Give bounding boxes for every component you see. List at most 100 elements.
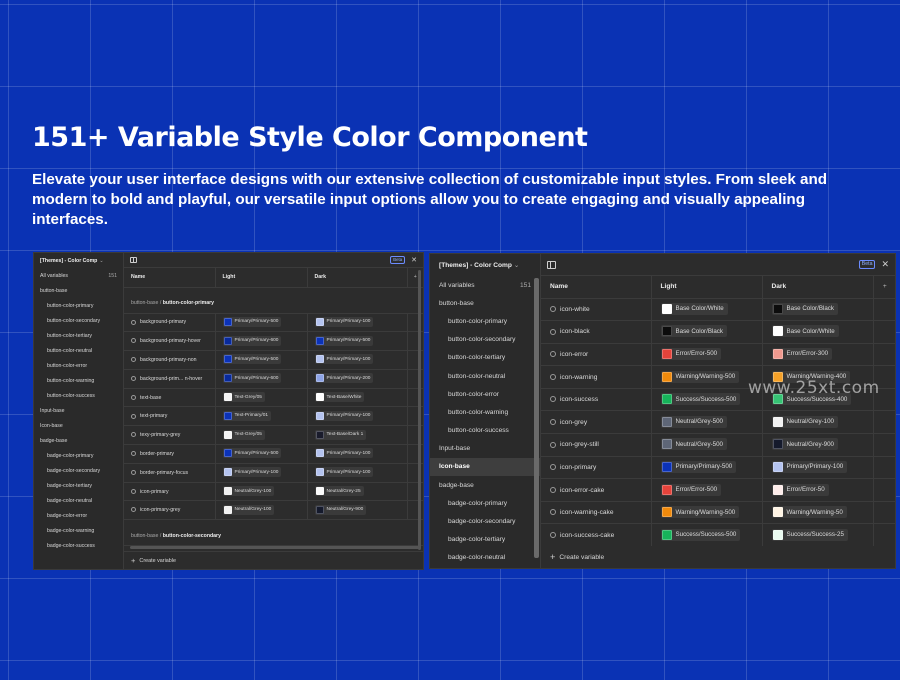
value-cell-light[interactable]: Warning/Warning-500 [651,365,763,389]
sidebar-item-input-base[interactable]: Input-base [430,440,540,458]
value-cell-dark[interactable]: Primary/Primary-500 [307,331,408,352]
sidebar-item-icon-base[interactable]: Icon-base [430,457,540,477]
sidebar-item-badge-color-neutral[interactable]: badge-color-neutral [430,549,540,567]
sidebar-item-button-color-tertiary[interactable]: button-color-tertiary [34,328,123,343]
variable-row[interactable]: icon-primary-grey Neutral/Grey-100 Neutral… [124,500,423,521]
value-cell-light[interactable]: Warning/Warning-500 [651,501,763,525]
column-header-light[interactable]: Light [215,268,308,288]
variable-name-cell[interactable]: icon-grey [541,410,652,435]
value-cell-dark[interactable]: Base Color/Black [762,298,874,322]
variable-name-cell[interactable]: texy-primary-grey [124,425,216,446]
value-cell-light[interactable]: Primary/Primary-500 [215,313,308,333]
column-header-name[interactable]: Name [124,268,216,288]
variable-name-cell[interactable]: text-primary [124,406,216,427]
value-cell-dark[interactable]: Warning/Warning-50 [762,501,874,525]
variable-row[interactable]: icon-black Base Color/Black Base Color/Whi… [541,320,895,344]
variable-row[interactable]: background-primary-hover Primary/Primary-… [124,331,423,352]
value-cell-light[interactable]: Base Color/Black [651,320,763,344]
variable-row[interactable]: icon-primary Neutral/Grey-100 Neutral/Grey… [124,482,423,502]
variable-name-cell[interactable]: border-primary-focus [124,463,216,483]
column-header-name[interactable]: Name [541,276,652,299]
sidebar-item-button-color-error[interactable]: button-color-error [430,385,540,403]
value-cell-dark[interactable]: Primary/Primary-100 [307,463,408,483]
value-cell-dark[interactable]: Primary/Primary-100 [307,313,408,333]
value-cell-light[interactable]: Base Color/White [651,298,763,322]
sidebar-item-button-color-error[interactable]: button-color-error [34,358,123,373]
sidebar-item-badge-color-tertiary[interactable]: badge-color-tertiary [430,531,540,549]
sidebar-item-button-color-secondary[interactable]: button-color-secondary [34,313,123,328]
collection-selector[interactable]: [Themes] - Color Comp ⌄ [34,253,123,268]
sidebar-item-badge-color-primary[interactable]: badge-color-primary [430,494,540,512]
value-cell-dark[interactable]: Neutral/Grey-900 [762,433,874,457]
variable-name-cell[interactable]: icon-error-cake [541,478,652,502]
sidebar-item-badge-color-tertiary[interactable]: badge-color-tertiary [34,478,123,493]
variable-name-cell[interactable]: icon-error [541,343,652,367]
variable-row[interactable]: icon-error-cake Error/Error-500 Error/Erro… [541,478,895,502]
sidebar-item-button-color-neutral[interactable]: button-color-neutral [34,343,123,358]
sidebar-item-all-variables[interactable]: All variables 151 [34,268,123,283]
sidebar-item-button-base[interactable]: button-base [430,294,540,312]
value-cell-light[interactable]: Text-Primary/01 [215,406,308,427]
sidebar-item-button-color-success[interactable]: button-color-success [34,388,123,403]
value-cell-dark[interactable]: Text-Base/Dark 1 [307,425,408,446]
variable-name-cell[interactable]: icon-warning-cake [541,501,652,525]
variable-row[interactable]: text-primary Text-Primary/01 Primary/Prima… [124,406,423,427]
variable-row[interactable]: icon-success-cake Success/Success-500 Succ… [541,523,895,548]
value-cell-light[interactable]: Success/Success-500 [651,388,763,412]
variable-row[interactable]: background-primary-non Primary/Primary-50… [124,350,423,370]
value-cell-light[interactable]: Success/Success-500 [651,523,763,548]
value-cell-dark[interactable]: Success/Success-25 [762,523,874,548]
variable-row[interactable]: background-prim... n-hover Primary/Primar… [124,369,423,389]
value-cell-light[interactable]: Primary/Primary-100 [215,463,308,483]
value-cell-light[interactable]: Neutral/Grey-500 [651,433,763,457]
sidebar-item-badge-base[interactable]: badge-base [430,476,540,494]
value-cell-light[interactable]: Error/Error-500 [651,478,763,502]
variable-row[interactable]: icon-grey-still Neutral/Grey-500 Neutral/G… [541,433,895,457]
sidebar-item-button-color-tertiary[interactable]: button-color-tertiary [430,349,540,367]
value-cell-light[interactable]: Primary/Primary-500 [215,444,308,464]
sidebar-item-badge-color-warning[interactable]: badge-color-warning [34,523,123,538]
value-cell-dark[interactable]: Primary/Primary-100 [307,444,408,464]
horizontal-scrollbar[interactable] [130,546,420,549]
variable-row[interactable]: icon-primary Primary/Primary-500 Primary/P… [541,456,895,480]
variable-name-cell[interactable]: background-primary-hover [124,331,216,352]
value-cell-dark[interactable]: Primary/Primary-100 [307,350,408,370]
variable-row[interactable]: background-primary Primary/Primary-500 Pri… [124,313,423,333]
value-cell-light[interactable]: Neutral/Grey-100 [215,500,308,521]
value-cell-light[interactable]: Text-Grey/05 [215,425,308,446]
close-icon[interactable]: ✕ [881,259,889,270]
sidebar-item-button-color-neutral[interactable]: button-color-neutral [430,367,540,385]
collection-selector[interactable]: [Themes] - Color Comp ⌄ [430,254,540,276]
value-cell-dark[interactable]: Base Color/White [762,320,874,344]
value-cell-dark[interactable]: Neutral/Grey-25 [307,482,408,502]
variable-row[interactable]: texy-primary-grey Text-Grey/05 Text-Base/D… [124,425,423,446]
toggle-sidebar-icon[interactable] [130,257,137,263]
value-cell-light[interactable]: Primary/Primary-600 [215,331,308,352]
sidebar-item-button-color-warning[interactable]: button-color-warning [34,373,123,388]
column-header-light[interactable]: Light [651,276,763,299]
variable-name-cell[interactable]: text-base [124,388,216,408]
value-cell-dark[interactable]: Primary/Primary-100 [307,406,408,427]
value-cell-light[interactable]: Primary/Primary-500 [215,350,308,370]
variable-name-cell[interactable]: icon-success [541,388,652,412]
variable-row[interactable]: icon-grey Neutral/Grey-500 Neutral/Grey-10… [541,410,895,435]
sidebar-item-badge-color-error[interactable]: badge-color-error [34,508,123,523]
value-cell-dark[interactable]: Primary/Primary-100 [762,456,874,480]
sidebar-item-badge-color-secondary[interactable]: badge-color-secondary [34,463,123,478]
sidebar-item-button-color-primary[interactable]: button-color-primary [430,312,540,330]
sidebar-scrollbar[interactable] [534,278,539,558]
sidebar-item-icon-base[interactable]: Icon-base [34,418,123,433]
sidebar-item-input-base[interactable]: Input-base [34,403,123,418]
sidebar-item-button-base[interactable]: button-base [34,283,123,298]
value-cell-light[interactable]: Primary/Primary-600 [215,369,308,389]
variable-row[interactable]: text-base Text-Grey/05 Text-Base/White [124,388,423,408]
variable-name-cell[interactable]: background-primary [124,313,216,333]
sidebar-item-button-color-warning[interactable]: button-color-warning [430,403,540,421]
variable-name-cell[interactable]: background-prim... n-hover [124,369,216,389]
value-cell-dark[interactable]: Primary/Primary-200 [307,369,408,389]
variable-row[interactable]: icon-error Error/Error-500 Error/Error-300 [541,343,895,367]
value-cell-dark[interactable]: Error/Error-50 [762,478,874,502]
variable-row[interactable]: icon-warning-cake Warning/Warning-500 Warn… [541,501,895,525]
variable-name-cell[interactable]: icon-primary [124,482,216,502]
sidebar-item-badge-color-secondary[interactable]: badge-color-secondary [430,512,540,530]
